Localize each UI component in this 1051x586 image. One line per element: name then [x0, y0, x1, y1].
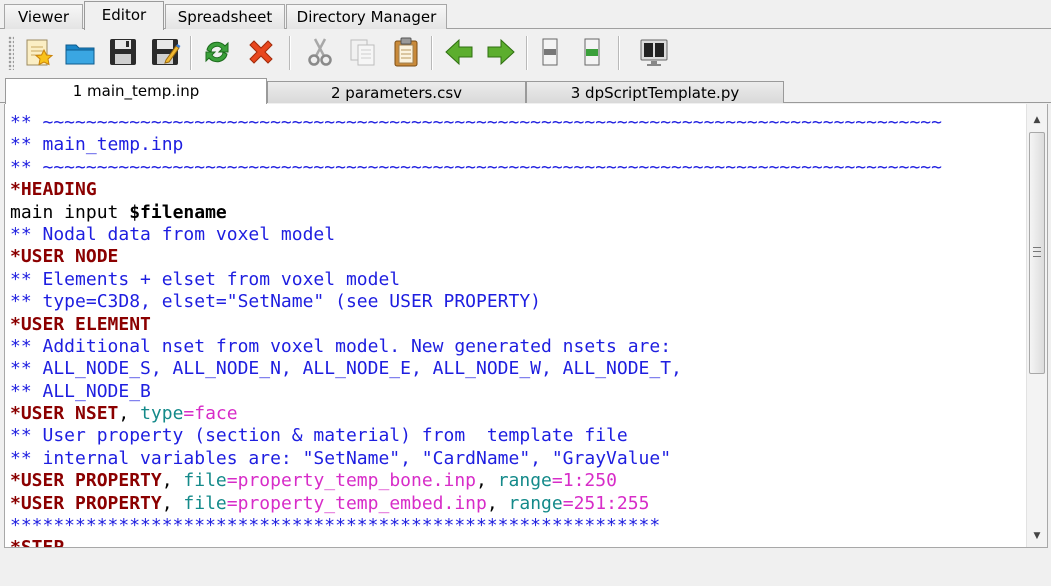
code-line: main input $filename [10, 202, 942, 224]
main-tab-bar: Viewer Editor Spreadsheet Directory Mana… [0, 0, 1051, 30]
code-line: ** ~~~~~~~~~~~~~~~~~~~~~~~~~~~~~~~~~~~~~… [10, 157, 942, 179]
code-token: ** ~~~~~~~~~~~~~~~~~~~~~~~~~~~~~~~~~~~~~… [10, 156, 942, 178]
code-line: ** main_temp.inp [10, 134, 942, 156]
code-line: *USER ELEMENT [10, 314, 942, 336]
code-token: *STEP [10, 537, 65, 548]
code-line: ** internal variables are: "SetName", "C… [10, 448, 942, 470]
reload-icon[interactable] [199, 34, 235, 70]
code-token: ** internal variables are: "SetName", "C… [10, 447, 672, 469]
code-token: range [508, 492, 563, 514]
code-editor[interactable]: ** ~~~~~~~~~~~~~~~~~~~~~~~~~~~~~~~~~~~~~… [4, 104, 1048, 548]
tab-directory-manager[interactable]: Directory Manager [286, 4, 447, 29]
copy-icon[interactable] [345, 34, 381, 70]
code-token: , [161, 492, 184, 514]
file-tab-bar: 1 main_temp.inp 2 parameters.csv 3 dpScr… [0, 78, 1051, 104]
status-bar [0, 549, 1051, 586]
code-token: ** main_temp.inp [10, 134, 184, 156]
code-token: *USER PROPERTY [10, 492, 162, 514]
scroll-up-icon[interactable]: ▲ [1027, 108, 1047, 132]
tab-editor[interactable]: Editor [84, 1, 164, 30]
code-line: ** ALL_NODE_B [10, 381, 942, 403]
code-token: =face [183, 403, 238, 425]
code-token: ** User property (section & material) fr… [10, 425, 628, 447]
code-token: ** Additional nset from voxel model. New… [10, 335, 672, 357]
code-token: , [486, 492, 509, 514]
file-tab-parameters[interactable]: 2 parameters.csv [267, 81, 526, 103]
code-token: , [476, 470, 498, 492]
toolbar-separator [618, 36, 620, 70]
code-token: *USER NSET [10, 403, 119, 425]
code-token: main input [10, 201, 130, 223]
toolbar-separator [190, 36, 192, 70]
split-view-icon[interactable] [636, 34, 672, 70]
code-token: ** type=C3D8, elset="SetName" (see USER … [10, 291, 542, 313]
code-line: ****************************************… [10, 515, 942, 537]
code-token: ** ALL_NODE_B [10, 380, 151, 402]
code-token: , [118, 403, 141, 425]
file-tab-main-temp[interactable]: 1 main_temp.inp [5, 78, 267, 104]
code-line: *USER PROPERTY, file=property_temp_bone.… [10, 470, 942, 492]
code-token: *HEADING [10, 179, 97, 201]
code-line: *HEADING [10, 179, 942, 201]
file-tab-dpscripttemplate[interactable]: 3 dpScriptTemplate.py [526, 81, 784, 103]
code-line: *USER NSET, type=face [10, 403, 942, 425]
code-token: type [140, 403, 184, 425]
code-token: file [183, 492, 227, 514]
tab-viewer[interactable]: Viewer [4, 4, 83, 29]
indent-right-icon[interactable] [574, 34, 610, 70]
code-line: ** type=C3D8, elset="SetName" (see USER … [10, 291, 942, 313]
code-token: =251:255 [562, 492, 650, 514]
open-folder-icon[interactable] [62, 34, 98, 70]
code-line: *STEP [10, 537, 942, 548]
code-token: =1:250 [551, 470, 617, 492]
new-file-icon[interactable] [20, 34, 56, 70]
close-icon[interactable] [243, 34, 279, 70]
code-token: , [161, 470, 184, 492]
paste-icon[interactable] [388, 34, 424, 70]
toolbar-separator [289, 36, 291, 70]
toolbar-grip[interactable] [8, 36, 14, 70]
code-token: *USER ELEMENT [10, 313, 151, 335]
thumb-grip-icon [1033, 247, 1041, 257]
code-line: ** Additional nset from voxel model. New… [10, 336, 942, 358]
code-token: *USER NODE [10, 246, 119, 268]
code-line: ** User property (section & material) fr… [10, 425, 942, 447]
code-token: ** Elements + elset from voxel model [10, 268, 401, 290]
cut-icon[interactable] [302, 34, 338, 70]
code-token: *USER PROPERTY [10, 470, 162, 492]
tab-spreadsheet[interactable]: Spreadsheet [165, 4, 285, 29]
code-line: *USER PROPERTY, file=property_temp_embed… [10, 493, 942, 515]
scroll-down-icon[interactable]: ▼ [1027, 524, 1047, 547]
code-line: ** ~~~~~~~~~~~~~~~~~~~~~~~~~~~~~~~~~~~~~… [10, 112, 942, 134]
vertical-scrollbar[interactable]: ▲ ▼ [1026, 104, 1047, 547]
code-line: ** Elements + elset from voxel model [10, 269, 942, 291]
back-arrow-icon[interactable] [441, 34, 477, 70]
code-token: ** Nodal data from voxel model [10, 223, 336, 245]
toolbar [0, 30, 1051, 76]
toolbar-separator [526, 36, 528, 70]
code-line: ** Nodal data from voxel model [10, 224, 942, 246]
code-line: ** ALL_NODE_S, ALL_NODE_N, ALL_NODE_E, A… [10, 358, 942, 380]
code-token: =property_temp_embed.inp [226, 492, 487, 514]
code-text-area[interactable]: ** ~~~~~~~~~~~~~~~~~~~~~~~~~~~~~~~~~~~~~… [10, 112, 942, 548]
code-token: file [183, 470, 227, 492]
forward-arrow-icon[interactable] [483, 34, 519, 70]
scrollbar-thumb[interactable] [1029, 132, 1045, 374]
code-token: ** ~~~~~~~~~~~~~~~~~~~~~~~~~~~~~~~~~~~~~… [10, 112, 942, 133]
code-token: $filename [129, 201, 227, 223]
save-as-icon[interactable] [147, 34, 183, 70]
toolbar-separator [431, 36, 433, 70]
code-token: ** ALL_NODE_S, ALL_NODE_N, ALL_NODE_E, A… [10, 358, 682, 380]
code-line: *USER NODE [10, 246, 942, 268]
code-token: range [497, 470, 552, 492]
save-icon[interactable] [105, 34, 141, 70]
code-token: ****************************************… [10, 515, 661, 537]
indent-left-icon[interactable] [532, 34, 568, 70]
code-token: =property_temp_bone.inp [226, 470, 477, 492]
